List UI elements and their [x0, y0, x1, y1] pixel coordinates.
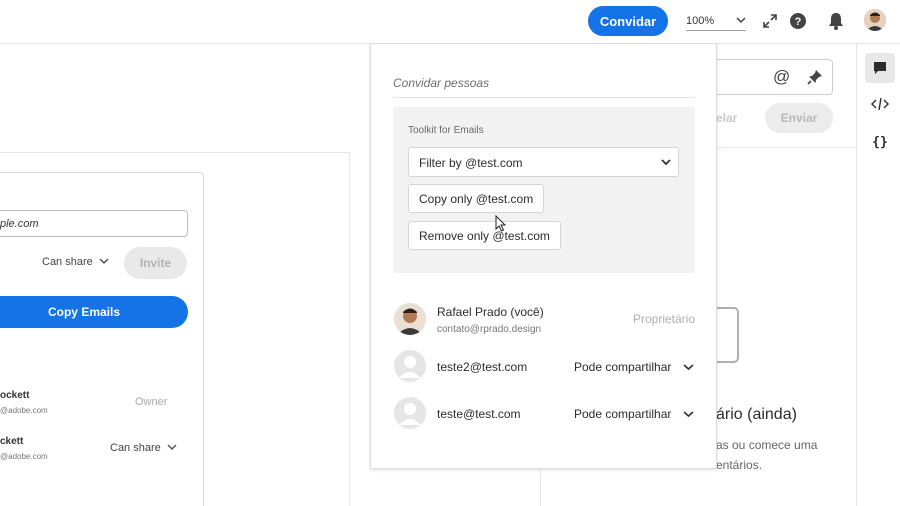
- chevron-down-icon: [661, 159, 671, 166]
- invite-button[interactable]: Convidar: [588, 6, 668, 36]
- cancel-button[interactable]: elar: [716, 111, 737, 125]
- comments-tab[interactable]: [865, 53, 895, 83]
- background-member-email: @adobe.com: [0, 406, 48, 415]
- background-copy-emails-button[interactable]: Copy Emails: [0, 296, 188, 328]
- app-window: ple.com Can share Invite Copy Emails ock…: [0, 0, 900, 506]
- zoom-value: 100%: [686, 15, 715, 27]
- remove-only-button[interactable]: Remove only @test.com: [408, 221, 561, 250]
- avatar: [394, 397, 426, 429]
- bell-icon[interactable]: [826, 11, 846, 31]
- background-member-email: @adobe.com: [0, 452, 48, 461]
- send-button[interactable]: Enviar: [765, 103, 833, 133]
- zoom-select[interactable]: 100%: [686, 13, 746, 31]
- at-icon[interactable]: @: [773, 67, 790, 87]
- fullscreen-icon[interactable]: [760, 11, 780, 31]
- mouse-cursor: [495, 215, 507, 232]
- person-name: Rafael Prado (você): [437, 305, 544, 319]
- avatar: [394, 350, 426, 382]
- filter-selected-value: Filter by @test.com: [419, 156, 523, 170]
- toolkit-label: Toolkit for Emails: [408, 125, 484, 136]
- divider: [393, 97, 695, 98]
- chevron-down-icon: [167, 444, 177, 451]
- background-permission-label: Can share: [42, 256, 93, 268]
- chevron-down-icon: [736, 17, 746, 24]
- permission-label: Pode compartilhar: [574, 407, 672, 421]
- background-member-role: Owner: [135, 396, 168, 408]
- person-row: Rafael Prado (você) contato@rprado.desig…: [393, 303, 695, 337]
- invite-popover: Convidar pessoas Toolkit for Emails Filt…: [370, 44, 717, 469]
- chevron-down-icon: [683, 364, 694, 371]
- background-permission-dropdown[interactable]: Can share: [42, 256, 109, 268]
- empty-state-title: ário (ainda): [716, 406, 797, 423]
- person-role: Proprietário: [632, 312, 695, 326]
- chevron-down-icon: [99, 258, 109, 265]
- background-member-name: ockett: [0, 390, 30, 401]
- background-member-permission-dropdown[interactable]: Can share: [110, 442, 177, 454]
- permission-dropdown[interactable]: Pode compartilhar: [574, 360, 694, 374]
- braces-icon: {}: [872, 134, 888, 150]
- properties-tab[interactable]: {}: [865, 127, 895, 157]
- code-icon: [871, 97, 889, 111]
- help-icon[interactable]: ?: [788, 11, 808, 31]
- code-tab[interactable]: [865, 89, 895, 119]
- person-row: teste2@test.com Pode compartilhar: [393, 350, 695, 384]
- pin-icon[interactable]: [806, 68, 824, 86]
- permission-label: Pode compartilhar: [574, 360, 672, 374]
- background-email-input[interactable]: ple.com: [0, 210, 188, 237]
- copy-only-button[interactable]: Copy only @test.com: [408, 184, 545, 213]
- popover-title: Convidar pessoas: [393, 76, 490, 90]
- chevron-down-icon: [683, 411, 694, 418]
- empty-state-text: as ou comece uma: [716, 438, 818, 452]
- person-name: teste2@test.com: [437, 360, 528, 374]
- background-invite-button[interactable]: Invite: [124, 247, 187, 279]
- background-member-permission-label: Can share: [110, 442, 161, 454]
- empty-state-text: entários.: [716, 458, 763, 472]
- person-name: teste@test.com: [437, 407, 521, 421]
- user-avatar[interactable]: [864, 9, 886, 31]
- toolkit-panel: Toolkit for Emails Filter by @test.com C…: [393, 107, 695, 273]
- top-bar: Convidar 100% ?: [0, 0, 900, 44]
- background-member-name: ckett: [0, 436, 24, 447]
- comment-icon: [874, 62, 886, 74]
- filter-select[interactable]: Filter by @test.com: [408, 147, 679, 177]
- person-email: contato@rprado.design: [437, 324, 542, 335]
- permission-dropdown[interactable]: Pode compartilhar: [574, 407, 694, 421]
- person-row: teste@test.com Pode compartilhar: [393, 397, 695, 431]
- svg-text:?: ?: [795, 16, 802, 28]
- right-rail: {}: [856, 44, 900, 506]
- avatar: [394, 303, 426, 335]
